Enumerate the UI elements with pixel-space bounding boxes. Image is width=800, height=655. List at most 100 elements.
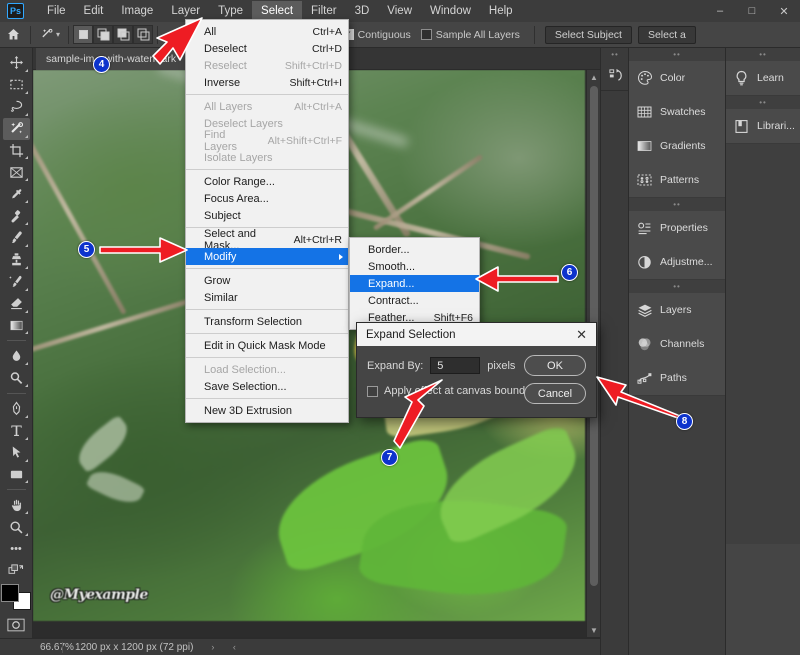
minimize-button[interactable]: – xyxy=(704,0,736,22)
home-icon[interactable] xyxy=(0,24,26,46)
crop-tool[interactable] xyxy=(3,140,30,162)
channels-panel[interactable]: Channels xyxy=(629,327,725,361)
blur-tool[interactable] xyxy=(3,345,30,367)
menu-item-all[interactable]: All Ctrl+A xyxy=(186,23,348,40)
history-brush-tool[interactable] xyxy=(3,271,30,293)
paths-icon xyxy=(636,370,653,387)
intersect-selection-button[interactable] xyxy=(133,25,154,44)
menu-item-contract[interactable]: Contract... xyxy=(350,292,479,309)
select-menu-dropdown[interactable]: All Ctrl+A Deselect Ctrl+D Reselect Shift+Ctr… xyxy=(185,19,349,423)
menu-item-smooth[interactable]: Smooth... xyxy=(350,258,479,275)
menu-filter[interactable]: Filter xyxy=(302,1,346,21)
swatches-panel[interactable]: Swatches xyxy=(629,95,725,129)
panel-grip[interactable]: •• xyxy=(601,48,629,61)
learn-panel[interactable]: Learn xyxy=(726,61,800,95)
menu-item-grow[interactable]: Grow xyxy=(186,272,348,289)
menu-item-transform-selection[interactable]: Transform Selection xyxy=(186,313,348,330)
close-button[interactable]: ✕ xyxy=(768,0,800,22)
panel-group-grip[interactable]: •• xyxy=(726,48,800,61)
menu-item-border[interactable]: Border... xyxy=(350,241,479,258)
frame-tool[interactable] xyxy=(3,161,30,183)
zoom-tool[interactable] xyxy=(3,516,30,538)
current-tool-magic-wand-icon[interactable]: ▾ xyxy=(35,24,64,46)
panel-group-grip[interactable]: •• xyxy=(629,48,725,61)
brush-tool[interactable] xyxy=(3,227,30,249)
contiguous-checkbox[interactable]: ✓ Contiguous xyxy=(342,29,411,41)
move-tool[interactable] xyxy=(3,52,30,74)
layers-panel[interactable]: Layers xyxy=(629,293,725,327)
menu-item-save-selection[interactable]: Save Selection... xyxy=(186,378,348,395)
select-and-mask-button[interactable]: Select a xyxy=(637,25,696,44)
menu-help[interactable]: Help xyxy=(480,1,522,21)
history-panel-icon[interactable] xyxy=(605,64,627,86)
color-panel[interactable]: Color xyxy=(629,61,725,95)
horizontal-type-tool[interactable] xyxy=(3,420,30,442)
path-selection-tool[interactable] xyxy=(3,442,30,464)
hand-tool[interactable] xyxy=(3,494,30,516)
properties-panel[interactable]: Properties xyxy=(629,211,725,245)
menu-window[interactable]: Window xyxy=(421,1,480,21)
scroll-up-icon[interactable]: ▲ xyxy=(587,70,600,84)
add-to-selection-button[interactable] xyxy=(93,25,114,44)
rectangle-tool[interactable] xyxy=(3,464,30,486)
menu-file[interactable]: File xyxy=(38,1,75,21)
menu-edit[interactable]: Edit xyxy=(75,1,113,21)
expand-selection-dialog[interactable]: Expand Selection ✕ Expand By: 5 pixels A… xyxy=(356,322,597,418)
menu-layer[interactable]: Layer xyxy=(162,1,209,21)
dodge-tool[interactable] xyxy=(3,367,30,389)
menu-type[interactable]: Type xyxy=(209,1,252,21)
quick-mask-icon[interactable] xyxy=(4,616,28,634)
eraser-tool[interactable] xyxy=(3,293,30,315)
apply-effect-checkbox[interactable] xyxy=(367,385,378,397)
sample-all-layers-checkbox[interactable]: Sample All Layers xyxy=(420,29,520,41)
expand-by-input[interactable]: 5 xyxy=(430,357,481,374)
subtract-from-selection-button[interactable] xyxy=(113,25,134,44)
foreground-color-swatch[interactable] xyxy=(1,583,19,602)
magic-wand-tool[interactable] xyxy=(2,117,30,140)
menu-3d[interactable]: 3D xyxy=(346,1,379,21)
gradient-tool[interactable] xyxy=(3,315,30,337)
libraries-panel[interactable]: Librari... xyxy=(726,109,800,143)
new-selection-button[interactable] xyxy=(73,25,94,44)
menu-select[interactable]: Select xyxy=(252,1,303,21)
spot-healing-brush-tool[interactable] xyxy=(3,205,30,227)
ok-button[interactable]: OK xyxy=(524,355,586,376)
menu-item-modify[interactable]: Modify xyxy=(186,248,348,265)
swap-colors-icon[interactable] xyxy=(3,560,30,582)
menu-item-expand[interactable]: Expand... xyxy=(350,275,479,292)
menu-item-select-and-mask[interactable]: Select and Mask... Alt+Ctrl+R xyxy=(186,228,348,252)
pen-tool[interactable] xyxy=(3,398,30,420)
menu-item-inverse[interactable]: Inverse Shift+Ctrl+I xyxy=(186,74,348,91)
menu-item-new-3d-extrusion[interactable]: New 3D Extrusion xyxy=(186,402,348,419)
maximize-button[interactable]: □ xyxy=(736,0,768,22)
select-subject-button[interactable]: Select Subject xyxy=(544,25,632,44)
color-swatches[interactable] xyxy=(1,583,31,610)
menu-item-focus-area[interactable]: Focus Area... xyxy=(186,190,348,207)
close-icon[interactable]: ✕ xyxy=(573,327,590,343)
scroll-down-icon[interactable]: ▼ xyxy=(587,623,600,637)
status-nav-arrows[interactable]: › ‹ xyxy=(193,642,244,652)
edit-toolbar-button[interactable]: ••• xyxy=(3,538,30,560)
eyedropper-tool[interactable] xyxy=(3,183,30,205)
document-tab[interactable]: sample-im…with-watermark xyxy=(36,48,187,70)
cancel-button[interactable]: Cancel xyxy=(524,383,586,404)
patterns-panel[interactable]: Patterns xyxy=(629,163,725,197)
menu-view[interactable]: View xyxy=(378,1,421,21)
panel-group-grip[interactable]: •• xyxy=(629,280,725,293)
menu-item-color-range[interactable]: Color Range... xyxy=(186,173,348,190)
menu-item-deselect[interactable]: Deselect Ctrl+D xyxy=(186,40,348,57)
menu-item-similar[interactable]: Similar xyxy=(186,289,348,306)
clone-stamp-tool[interactable] xyxy=(3,249,30,271)
menu-item-subject[interactable]: Subject xyxy=(186,207,348,224)
panel-group-grip[interactable]: •• xyxy=(726,96,800,109)
adjustments-panel[interactable]: Adjustme... xyxy=(629,245,725,279)
menu-image[interactable]: Image xyxy=(112,1,162,21)
modify-submenu[interactable]: Border... Smooth... Expand... Contract... Fe… xyxy=(349,237,480,330)
zoom-level[interactable]: 66.67% xyxy=(0,642,74,653)
panel-group-grip[interactable]: •• xyxy=(629,198,725,211)
gradients-panel[interactable]: Gradients xyxy=(629,129,725,163)
paths-panel[interactable]: Paths xyxy=(629,361,725,395)
menu-item-edit-in-quick-mask-mode[interactable]: Edit in Quick Mask Mode xyxy=(186,337,348,354)
rectangular-marquee-tool[interactable] xyxy=(3,74,30,96)
lasso-tool[interactable] xyxy=(3,96,30,118)
